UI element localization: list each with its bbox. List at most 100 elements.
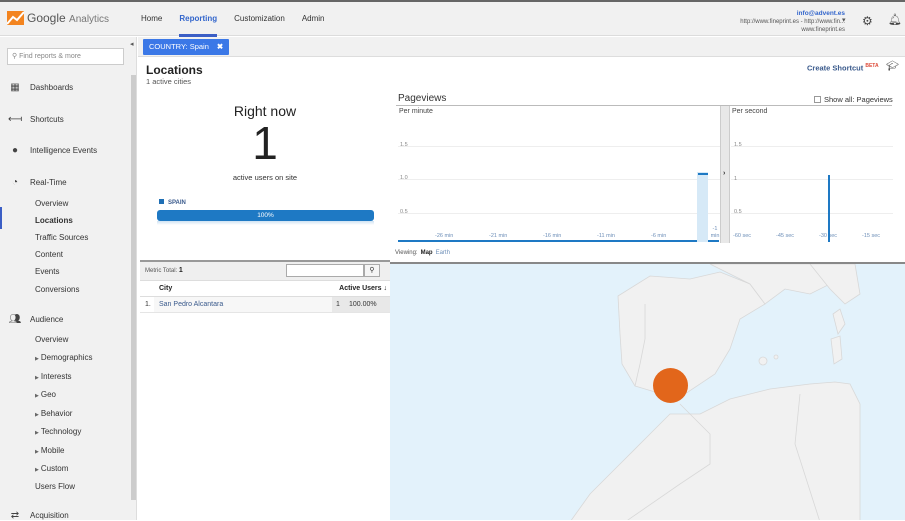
x-tick: -45 sec — [776, 233, 795, 239]
y-tick: 1.5 — [734, 142, 742, 148]
active-section-marker — [0, 207, 2, 229]
x-tick: -6 min — [651, 233, 667, 239]
country-legend: SPAIN — [159, 199, 186, 206]
y-tick: 0.5 — [400, 209, 408, 215]
sidebar-rt-overview[interactable]: Overview — [35, 199, 68, 208]
expand-arrow-icon: ▶ — [35, 412, 39, 418]
sidebar-item-audience[interactable]: 👥︎ Audience — [8, 314, 64, 325]
chevron-down-icon[interactable]: ▾ — [842, 16, 846, 24]
table-toolbar: Metric Total: 1 ⚲ — [140, 262, 390, 281]
graduation-cap-icon[interactable]: 🎓︎ — [886, 61, 899, 72]
pageviews-second-bar — [828, 175, 830, 242]
sidebar-item-acquisition[interactable]: ⇄ Acquisition — [8, 510, 69, 521]
analytics-logo-icon — [7, 11, 24, 25]
x-tick: -16 min — [543, 233, 562, 239]
gridline — [398, 146, 720, 147]
y-tick: 0.5 — [734, 209, 742, 215]
show-all-pageviews-checkbox[interactable]: Show all: Pageviews — [814, 95, 893, 104]
row-index: 1. — [145, 301, 151, 308]
legend-swatch — [159, 199, 164, 204]
x-tick: -60 sec — [733, 233, 752, 239]
page-title: Locations — [146, 63, 203, 77]
sidebar-aud-behavior[interactable]: ▶ Behavior — [35, 409, 72, 418]
product-name: Analytics — [69, 14, 110, 25]
col-active-users[interactable]: Active Users ↓ — [339, 285, 387, 292]
sidebar-aud-geo[interactable]: ▶ Geo — [35, 390, 56, 399]
nav-admin[interactable]: Admin — [302, 14, 325, 23]
per-second-label: Per second — [732, 108, 768, 115]
gear-icon[interactable]: ⚙ — [862, 14, 873, 28]
y-tick: 1.5 — [400, 142, 408, 148]
sidebar-rt-locations[interactable]: Locations — [35, 216, 73, 225]
bell-icon[interactable]: 🔔︎ — [888, 13, 902, 26]
x-tick: -15 sec — [862, 233, 881, 239]
filter-bar: COUNTRY: Spain ✖ — [138, 37, 905, 57]
viewing-toggle: Viewing: Map Earth — [395, 250, 450, 256]
sidebar-aud-users-flow[interactable]: Users Flow — [35, 482, 75, 491]
sidebar-aud-mobile[interactable]: ▶ Mobile — [35, 446, 64, 455]
sidebar-rt-content[interactable]: Content — [35, 250, 63, 259]
pageviews-minute-point — [698, 173, 708, 175]
nav-reporting[interactable]: Reporting — [179, 14, 217, 37]
sidebar-scrollbar[interactable] — [131, 75, 136, 500]
account-view: www.fineprint.es — [801, 27, 845, 33]
city-link[interactable]: San Pedro Alcantara — [159, 301, 223, 308]
sidebar-rt-traffic-sources[interactable]: Traffic Sources — [35, 233, 88, 242]
table-search-input[interactable] — [286, 264, 364, 277]
table-header: City Active Users ↓ — [140, 282, 390, 297]
country-filter-chip[interactable]: COUNTRY: Spain ✖ — [143, 39, 230, 55]
gridline — [731, 179, 893, 180]
table-row: 1. San Pedro Alcantara 1 100.00% — [140, 297, 390, 313]
expand-arrow-icon: ▶ — [35, 430, 39, 436]
sidebar-rt-conversions[interactable]: Conversions — [35, 285, 79, 294]
y-tick: 1 — [734, 176, 738, 182]
nav-home[interactable]: Home — [141, 14, 162, 23]
sidebar-aud-overview[interactable]: Overview — [35, 335, 68, 344]
sidebar-item-intelligence-events[interactable]: ● Intelligence Events — [8, 145, 97, 156]
collapse-sidebar-icon[interactable]: ◂ — [130, 40, 134, 48]
sidebar-item-shortcuts[interactable]: ⟻ Shortcuts — [8, 114, 64, 125]
account-email: info@advent.es — [796, 10, 845, 17]
close-icon[interactable]: ✖ — [217, 42, 223, 51]
find-reports-input[interactable]: ⚲ Find reports & more — [7, 48, 124, 65]
active-users-label: active users on site — [232, 173, 298, 182]
sidebar-aud-interests[interactable]: ▶ Interests — [35, 372, 72, 381]
gridline — [398, 213, 720, 214]
sidebar-item-real-time[interactable]: ◔ Real-Time — [8, 177, 67, 188]
gridline — [731, 213, 893, 214]
account-selector[interactable]: info@advent.es http://www.fineprint.es -… — [740, 10, 845, 34]
view-earth-option[interactable]: Earth — [436, 250, 450, 256]
locations-map[interactable] — [390, 262, 905, 520]
arrow-left-icon: ⟻ — [8, 114, 23, 125]
expand-arrow-icon: ▶ — [35, 393, 39, 399]
sidebar-aud-technology[interactable]: ▶ Technology — [35, 427, 81, 436]
expand-arrow-icon: ▶ — [35, 356, 39, 362]
view-map-option[interactable]: Map — [421, 250, 433, 256]
expand-arrow-icon: ▶ — [35, 375, 39, 381]
pageviews-title: Pageviews — [398, 93, 447, 104]
expand-arrow-icon: ▶ — [35, 467, 39, 473]
col-city[interactable]: City — [159, 285, 172, 292]
pageviews-minute-line — [708, 240, 719, 242]
location-bubble[interactable] — [653, 368, 688, 403]
page-subtitle: 1 active cities — [146, 77, 192, 86]
google-analytics-logo[interactable]: Google Analytics — [7, 11, 109, 25]
sidebar-aud-custom[interactable]: ▶ Custom — [35, 464, 68, 473]
sidebar-item-dashboards[interactable]: ▦ Dashboards — [8, 82, 73, 93]
create-shortcut-link[interactable]: Create Shortcut BETA — [807, 63, 879, 73]
pageviews-minute-line — [398, 240, 697, 242]
gridline — [398, 179, 720, 180]
sidebar-rt-events[interactable]: Events — [35, 267, 59, 276]
expand-arrow-icon: ▶ — [35, 449, 39, 455]
top-bar: Google Analytics Home Reporting Customiz… — [0, 0, 905, 37]
account-property: http://www.fineprint.es - http://www.fin… — [740, 19, 845, 25]
map-land — [570, 264, 861, 520]
per-minute-label: Per minute — [399, 108, 433, 115]
search-icon[interactable]: ⚲ — [364, 264, 380, 277]
chart-expand-handle[interactable]: › — [720, 106, 730, 243]
sidebar-aud-demographics[interactable]: ▶ Demographics — [35, 353, 92, 362]
nav-customization[interactable]: Customization — [234, 14, 285, 23]
chevron-right-icon: › — [723, 170, 726, 177]
lightbulb-icon: ● — [11, 145, 19, 156]
x-tick: -26 min — [435, 233, 454, 239]
